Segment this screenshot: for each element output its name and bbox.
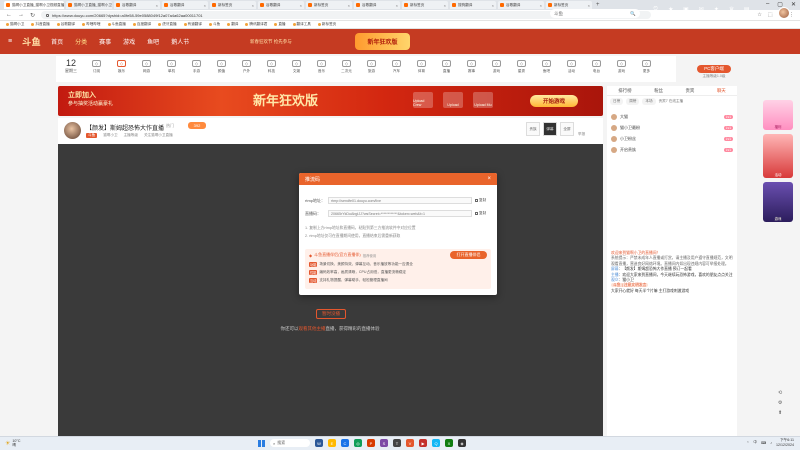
taskbar-search-label: 搜索 [277,440,286,445]
taskbar: ☀ 10°C 晴 ⌕ 搜索 W E C ◎ P S T V ▶ Q X ◈ ⌃ 中 ⌨ ♪ 下午6:11 1… [0,436,800,450]
rtmp-field[interactable]: rtmp://sendfe01.douyu.com/live [328,197,472,204]
dialog-note-1: 1. 复制上方rtmp地址和直播码，粘贴到第三方推流软件中对应位置 [305,226,416,230]
clock[interactable]: 下午6:11 12/12/2024 [776,438,794,447]
tips-icon: ◆ [309,252,313,258]
stream-key-label: 直播码： [305,210,321,216]
tray-icon[interactable]: ⌃ [746,441,749,445]
copy-rtmp-button[interactable]: 复制 [475,198,486,203]
taskbar-app-icon[interactable]: ◈ [458,439,466,447]
taskbar-app-icon[interactable]: ◎ [354,439,362,447]
tips-title: 斗鱼直播伴侣(官方直播伴) [314,252,361,257]
copy-icon [475,212,478,215]
open-companion-button[interactable]: 打开直播伴侣 [450,251,487,259]
tip-line: 互动 支持礼物提醒、弹幕助手，轻松管理直播间 [309,278,388,283]
taskbar-search[interactable]: ⌕ 搜索 [270,439,310,447]
taskbar-app-icon[interactable]: X [445,439,453,447]
rtmp-row: rtmp地址： rtmp://sendfe01.douyu.com/live 复… [305,197,486,204]
tray-icon[interactable]: ⌨ [761,441,766,445]
tip-text: 支持礼物提醒、弹幕助手，轻松管理直播间 [319,278,388,282]
windows-start-icon[interactable] [258,439,265,447]
taskbar-app-icon[interactable]: C [341,439,349,447]
tip-line: 性能 编码效率高，画质清晰，CPU占用低，直播更流畅稳定 [309,270,406,275]
copy-key-label: 复制 [479,211,487,215]
taskbar-app-icon[interactable]: E [328,439,336,447]
weather-widget[interactable]: ☀ 10°C 晴 [5,439,20,448]
taskbar-app-icon[interactable]: S [380,439,388,447]
tip-line: 功能 场景切换、美颜特效、弹幕互动、音乐播放等功能一应俱全 [309,262,413,267]
tray-icon[interactable]: ♪ [770,441,772,445]
copy-icon [475,199,478,202]
tips-sub: 推荐使用 [362,253,377,258]
tip-tag: 性能 [309,270,318,275]
dialog-header: 推流码 × [299,173,497,185]
tips-header: ◆ 斗鱼直播伴侣(官方直播伴) 推荐使用 [309,252,376,258]
stream-key-dialog: 推流码 × rtmp地址： rtmp://sendfe01.douyu.com/… [299,173,497,295]
taskbar-app-icon[interactable]: ▶ [419,439,427,447]
taskbar-app-icon[interactable]: Q [432,439,440,447]
taskbar-center: ⌕ 搜索 W E C ◎ P S T V ▶ Q X ◈ [258,439,466,447]
companion-tips: ◆ 斗鱼直播伴侣(官方直播伴) 推荐使用 打开直播伴侣 功能 场景切换、美颜特效、… [305,249,491,289]
stream-key-field[interactable]: 20665rYkDuAbgIJJ?wsSecret=************&t… [328,210,472,217]
tip-tag: 互动 [309,278,318,283]
taskbar-app-icon[interactable]: T [393,439,401,447]
weather-desc: 晴 [12,443,16,447]
copy-rtmp-label: 复制 [479,198,487,202]
taskbar-app-icon[interactable]: W [315,439,323,447]
taskbar-app-icon[interactable]: V [406,439,414,447]
stream-key-row: 直播码： 20665rYkDuAbgIJJ?wsSecret=*********… [305,210,486,217]
tip-tag: 功能 [309,262,318,267]
search-icon: ⌕ [273,440,276,446]
dialog-note-2: 2. rtmp地址仅可在直播期间使用，直播结束后需重新获取 [305,234,401,238]
sun-icon: ☀ [5,441,11,447]
tip-text: 场景切换、美颜特效、弹幕互动、音乐播放等功能一应俱全 [319,262,413,266]
close-icon[interactable]: × [487,176,491,182]
dialog-title: 推流码 [305,176,321,183]
copy-key-button[interactable]: 复制 [475,211,486,216]
taskbar-app-icon[interactable]: P [367,439,375,447]
tray-icon[interactable]: 中 [753,440,757,445]
tip-text: 编码效率高，画质清晰，CPU占用低，直播更流畅稳定 [319,270,407,274]
rtmp-label: rtmp地址： [305,197,325,203]
system-tray: ⌃ 中 ⌨ ♪ 下午6:11 12/12/2024 [746,438,794,447]
clock-date: 12/12/2024 [776,442,794,447]
